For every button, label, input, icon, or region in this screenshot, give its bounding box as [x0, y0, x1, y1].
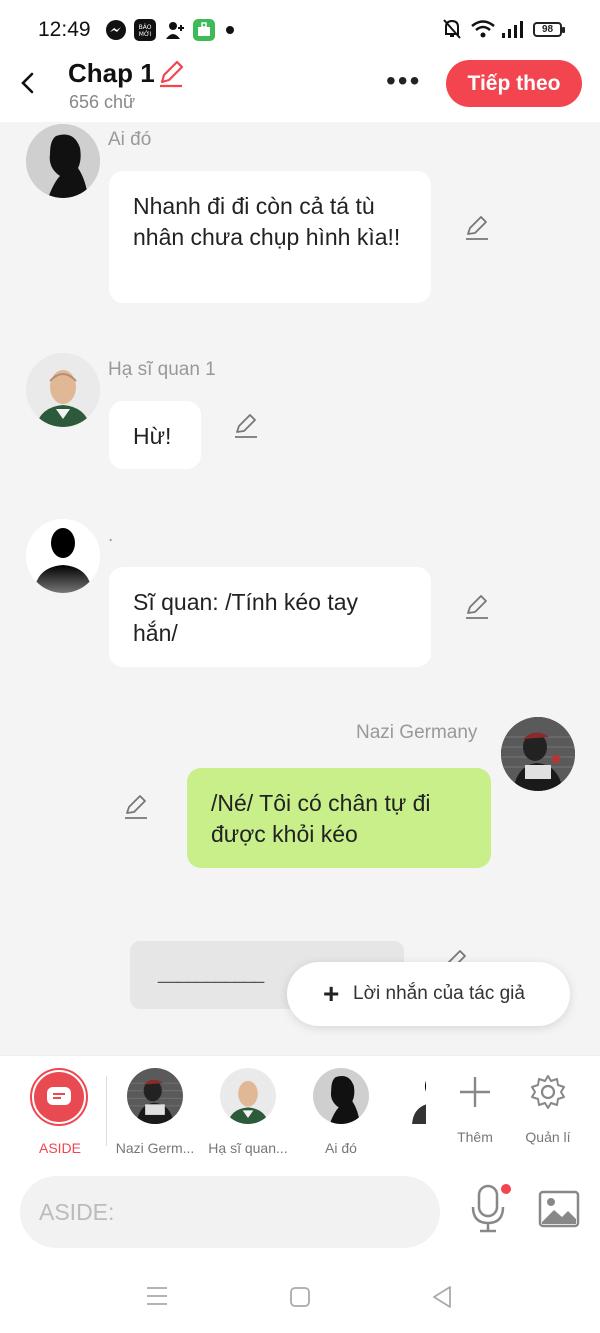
avatar-ai-do[interactable]	[26, 124, 100, 198]
status-bar: 12:49 BÁO MỚI 98	[0, 0, 600, 58]
chapter-title[interactable]: Chap 1	[68, 58, 155, 89]
sender-name: Ai đó	[108, 129, 152, 150]
image-icon[interactable]	[538, 1190, 580, 1228]
messenger-icon	[106, 20, 126, 40]
character-partial[interactable]	[406, 1068, 426, 1124]
manage-label: Quản lí	[525, 1129, 571, 1145]
signal-icon	[502, 21, 523, 38]
add-user-icon	[166, 22, 184, 39]
message-bubble[interactable]: Hừ!	[109, 401, 201, 469]
edit-message-icon[interactable]	[463, 214, 491, 242]
aside-avatar	[30, 1068, 88, 1126]
status-time: 12:49	[38, 18, 91, 41]
svg-text:BÁO: BÁO	[139, 24, 152, 31]
system-nav-bar	[0, 1261, 600, 1333]
sender-name: Nazi Germany	[356, 722, 478, 743]
author-note-label: Lời nhắn của tác giả	[353, 983, 525, 1004]
back-arrow-icon[interactable]	[16, 68, 42, 98]
message-bubble[interactable]: Nhanh đi đi còn cả tá tù nhân chưa chụp …	[109, 171, 431, 303]
back-icon[interactable]	[430, 1284, 456, 1310]
character-label: Nazi Germ...	[115, 1140, 195, 1156]
wifi-icon	[471, 20, 495, 38]
character-label: Ai đó	[325, 1140, 357, 1156]
character-ai-do[interactable]: Ai đó	[306, 1068, 376, 1156]
character-bar: ASIDE Nazi Germ... Hạ sĩ quan... Ai đó T…	[0, 1055, 600, 1165]
character-label: Hạ sĩ quan...	[208, 1140, 288, 1156]
chat-area[interactable]: Ai đó Nhanh đi đi còn cả tá tù nhân chưa…	[0, 122, 600, 1055]
gear-icon	[531, 1075, 565, 1109]
menu-icon[interactable]	[145, 1285, 169, 1307]
author-note-button[interactable]: + Lời nhắn của tác giả	[287, 962, 570, 1026]
edit-title-icon[interactable]	[156, 59, 186, 89]
word-count: 656 chữ	[69, 92, 136, 112]
avatar-silhouette[interactable]	[26, 519, 100, 593]
edit-message-icon[interactable]	[122, 793, 150, 821]
avatar	[220, 1068, 276, 1124]
character-aside[interactable]: ASIDE	[30, 1068, 90, 1156]
message-bubble-own[interactable]: /Né/ Tôi có chân tự đi được khỏi kéo	[187, 768, 491, 868]
baomoi-icon: BÁOMỚI	[134, 19, 156, 41]
avatar-nazi-germany[interactable]	[501, 717, 575, 791]
bell-off-icon	[443, 19, 461, 39]
recording-dot	[501, 1184, 511, 1194]
more-options-icon[interactable]: •••	[386, 66, 421, 96]
sender-name: .	[108, 525, 114, 546]
battery-indicator: 98	[533, 22, 565, 37]
notification-dot	[226, 26, 234, 34]
edit-message-icon[interactable]	[232, 412, 260, 440]
chapter-header: Chap 1 656 chữ ••• Tiếp theo	[0, 58, 600, 122]
avatar	[127, 1068, 183, 1124]
character-ha-si-quan[interactable]: Hạ sĩ quan...	[206, 1068, 290, 1156]
plus-icon: +	[323, 978, 340, 1009]
chat-bubble-icon	[47, 1087, 71, 1105]
divider	[106, 1076, 107, 1146]
next-button[interactable]: Tiếp theo	[446, 60, 582, 107]
avatar	[313, 1068, 369, 1124]
add-label: Thêm	[457, 1129, 493, 1145]
message-bubble[interactable]: Sĩ quan: /Tính kéo tay hắn/	[109, 567, 431, 667]
store-icon	[193, 19, 215, 41]
manage-characters-button[interactable]: Quản lí	[520, 1068, 576, 1145]
plus-icon	[460, 1077, 490, 1107]
message-input[interactable]	[20, 1176, 440, 1248]
input-bar	[0, 1165, 600, 1261]
add-character-button[interactable]: Thêm	[448, 1068, 502, 1145]
character-nazi-germany[interactable]: Nazi Germ...	[114, 1068, 196, 1156]
avatar-ha-si-quan[interactable]	[26, 353, 100, 427]
character-label: ASIDE	[38, 1140, 81, 1156]
svg-text:MỚI: MỚI	[139, 31, 152, 38]
home-icon[interactable]	[288, 1285, 312, 1309]
sender-name: Hạ sĩ quan 1	[108, 359, 216, 380]
edit-message-icon[interactable]	[463, 593, 491, 621]
